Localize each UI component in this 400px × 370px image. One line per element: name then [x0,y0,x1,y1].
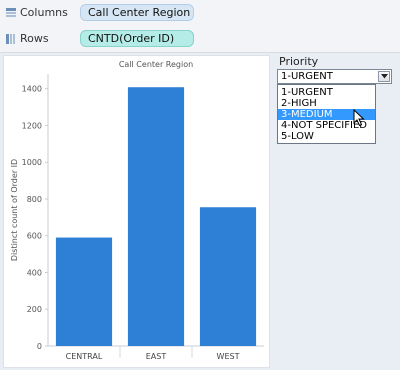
dropdown-option[interactable]: 1-URGENT [278,87,375,98]
priority-combobox[interactable]: 1-URGENT [277,69,392,84]
bar-west [199,207,257,346]
dropdown-option[interactable]: 5-LOW [278,131,375,142]
columns-shelf: Columns Call Center Region [0,0,400,27]
y-tick-label: 800 [27,195,42,204]
rows-shelf-label: Rows [20,32,49,45]
y-axis-label: Distinct count of Order ID [10,159,19,261]
chart-panel: Call Center Region Distinct count of Orde… [3,55,270,368]
columns-pill-call-center-region[interactable]: Call Center Region [80,4,194,21]
x-tick-label: EAST [146,352,167,361]
dropdown-option[interactable]: 2-HIGH [278,98,375,109]
rows-pill-cntd-order-id[interactable]: CNTD(Order ID) [80,30,194,47]
rows-shelf: Rows CNTD(Order ID) [0,26,400,53]
y-tick-label: 600 [27,232,42,241]
y-tick-label: 1200 [22,121,42,130]
mouse-pointer-icon [353,109,365,127]
columns-shelf-label: Columns [20,6,68,19]
bar-central [55,237,113,346]
priority-filter-title: Priority [279,55,319,68]
y-tick-label: 1000 [22,158,42,167]
x-tick-label: CENTRAL [66,352,103,361]
rows-icon [6,34,15,44]
chart-title: Call Center Region [119,60,193,69]
columns-icon [6,8,16,17]
y-tick-label: 0 [37,342,42,351]
bar-east [127,87,185,347]
dropdown-button[interactable] [378,71,390,82]
chevron-down-icon [381,74,388,79]
y-tick-label: 200 [27,305,42,314]
y-tick-label: 400 [27,268,42,277]
bar-chart: Call Center Region Distinct count of Orde… [10,60,264,361]
y-tick-label: 1400 [22,85,42,94]
x-tick-label: WEST [217,352,240,361]
priority-selected-value: 1-URGENT [281,71,333,82]
